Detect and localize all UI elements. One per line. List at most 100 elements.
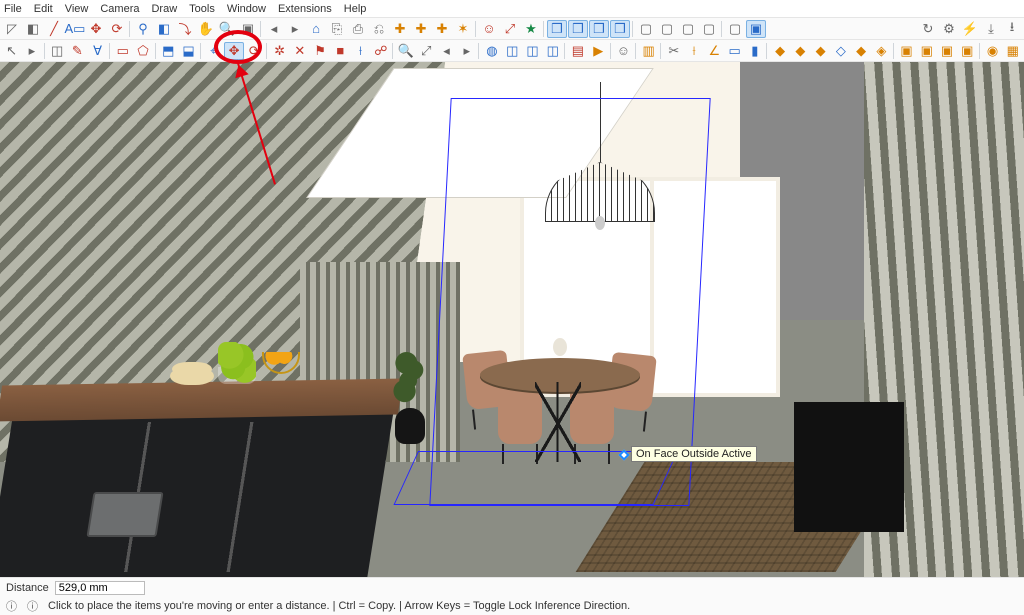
paste-icon[interactable]: ⎙ (348, 20, 368, 38)
select-icon[interactable]: ◸ (2, 20, 22, 38)
comp3-icon[interactable]: ▣ (937, 42, 956, 60)
line-icon[interactable]: ╱ (44, 20, 64, 38)
box5-icon[interactable]: ▢ (725, 20, 745, 38)
menu-edit[interactable]: Edit (34, 3, 53, 15)
menu-camera[interactable]: Camera (100, 3, 139, 15)
layer1-icon[interactable]: ◫ (503, 42, 522, 60)
viewport-3d[interactable]: On Face Outside Active (0, 62, 1024, 577)
knife-icon[interactable]: ✂ (664, 42, 683, 60)
info-icon[interactable]: ⓘ (27, 598, 38, 614)
comp2-icon[interactable]: ▣ (917, 42, 936, 60)
cube-rot-icon[interactable]: ❒ (610, 20, 630, 38)
mat6-icon[interactable]: ◈ (872, 42, 891, 60)
measure-icon[interactable]: ▭ (725, 42, 744, 60)
pencil-icon[interactable]: ✎ (68, 42, 87, 60)
next2-icon[interactable]: ▸ (457, 42, 476, 60)
anchor-icon[interactable]: ⌖ (204, 42, 223, 60)
menu-draw[interactable]: Draw (151, 3, 177, 15)
zoomext-icon[interactable]: ⤢ (417, 42, 436, 60)
user-icon[interactable]: ☺ (614, 42, 633, 60)
erase-icon[interactable]: ◧ (23, 20, 43, 38)
section-icon[interactable]: ■ (331, 42, 350, 60)
box6-icon[interactable]: ▣ (746, 20, 766, 38)
copy-icon[interactable]: ⎌ (369, 20, 389, 38)
mat2-icon[interactable]: ◆ (791, 42, 810, 60)
node3-icon[interactable]: ✚ (432, 20, 452, 38)
layer2-icon[interactable]: ◫ (523, 42, 542, 60)
angle-icon[interactable]: ∠ (705, 42, 724, 60)
cube-solid-icon[interactable]: ❒ (547, 20, 567, 38)
menu-extensions[interactable]: Extensions (278, 3, 332, 15)
mat3-icon[interactable]: ◆ (811, 42, 830, 60)
move-icon[interactable]: ✥ (86, 20, 106, 38)
node2-icon[interactable]: ✚ (411, 20, 431, 38)
box1-icon[interactable]: ▢ (636, 20, 656, 38)
box4-icon[interactable]: ▢ (699, 20, 719, 38)
prev2-icon[interactable]: ◂ (437, 42, 456, 60)
help-icon[interactable]: ⓘ (6, 598, 17, 614)
scene-icon[interactable]: ▤ (568, 42, 587, 60)
node4-icon[interactable]: ✶ (453, 20, 473, 38)
mirror-icon[interactable]: ★ (521, 20, 541, 38)
node1-icon[interactable]: ✚ (390, 20, 410, 38)
wall-icon[interactable]: ▮ (745, 42, 764, 60)
find-icon[interactable]: ⚲ (133, 20, 153, 38)
animate-icon[interactable]: ▶ (589, 42, 608, 60)
box3-icon[interactable]: ▢ (678, 20, 698, 38)
hint-text: Click to place the items you're moving o… (48, 600, 630, 612)
export-icon[interactable]: ⤓ (981, 20, 1001, 38)
rotate-icon[interactable]: ⟳ (107, 20, 127, 38)
zoom2-icon[interactable]: 🔍 (396, 42, 415, 60)
clipboard-icon[interactable]: ⎘ (327, 20, 347, 38)
axis-icon[interactable]: ✲ (270, 42, 289, 60)
pan-icon[interactable]: ✋ (196, 20, 216, 38)
layer3-icon[interactable]: ◫ (543, 42, 562, 60)
cube-out-icon[interactable]: ❒ (568, 20, 588, 38)
globe-icon[interactable]: ◍ (482, 42, 501, 60)
ruler-icon[interactable]: ⟊ (684, 42, 703, 60)
rotate2-icon[interactable]: ⟳ (245, 42, 264, 60)
zoom-icon[interactable]: 🔍 (217, 20, 237, 38)
color-icon[interactable]: ◧ (154, 20, 174, 38)
plug-icon[interactable]: ⚡ (960, 20, 980, 38)
person-icon[interactable]: ☺ (479, 20, 499, 38)
home-icon[interactable]: ⌂ (306, 20, 326, 38)
menu-file[interactable]: File (4, 3, 22, 15)
orbit-icon[interactable]: ⤵ (175, 20, 195, 38)
prev-icon[interactable]: ◂ (264, 20, 284, 38)
menu-view[interactable]: View (65, 3, 89, 15)
tape-icon[interactable]: ⟊ (351, 42, 370, 60)
split-icon[interactable]: ✕ (290, 42, 309, 60)
share-icon[interactable]: ⭳ (1002, 20, 1022, 38)
mat4-icon[interactable]: ◇ (831, 42, 850, 60)
menu-help[interactable]: Help (344, 3, 367, 15)
menu-tools[interactable]: Tools (189, 3, 215, 15)
push-icon[interactable]: ⬒ (159, 42, 178, 60)
distance-input[interactable] (55, 581, 145, 595)
menu-window[interactable]: Window (227, 3, 266, 15)
arc-icon[interactable]: Ɐ (88, 42, 107, 60)
tray-icon[interactable]: ▥ (639, 42, 658, 60)
eraser-icon[interactable]: ◫ (47, 42, 66, 60)
render-icon[interactable]: ◉ (983, 42, 1002, 60)
cube-wire-icon[interactable]: ❒ (589, 20, 609, 38)
comp1-icon[interactable]: ▣ (897, 42, 916, 60)
comp4-icon[interactable]: ▣ (958, 42, 977, 60)
cursor-icon[interactable]: ↖ (2, 42, 21, 60)
zoomwin-icon[interactable]: ▣ (238, 20, 258, 38)
sync-icon[interactable]: ↻ (918, 20, 938, 38)
paint-icon[interactable]: ▦ (1003, 42, 1022, 60)
mat1-icon[interactable]: ◆ (770, 42, 789, 60)
walk-icon[interactable]: ☍ (371, 42, 390, 60)
text-icon[interactable]: A▭ (65, 20, 85, 38)
box2-icon[interactable]: ▢ (657, 20, 677, 38)
pick-icon[interactable]: ▸ (22, 42, 41, 60)
follow-icon[interactable]: ⬓ (179, 42, 198, 60)
flag-icon[interactable]: ⚑ (310, 42, 329, 60)
next-icon[interactable]: ▸ (285, 20, 305, 38)
rect-icon[interactable]: ▭ (113, 42, 132, 60)
gear-icon[interactable]: ⚙ (939, 20, 959, 38)
scale-icon[interactable]: ⤢ (500, 20, 520, 38)
mat5-icon[interactable]: ◆ (851, 42, 870, 60)
poly-icon[interactable]: ⬠ (133, 42, 152, 60)
